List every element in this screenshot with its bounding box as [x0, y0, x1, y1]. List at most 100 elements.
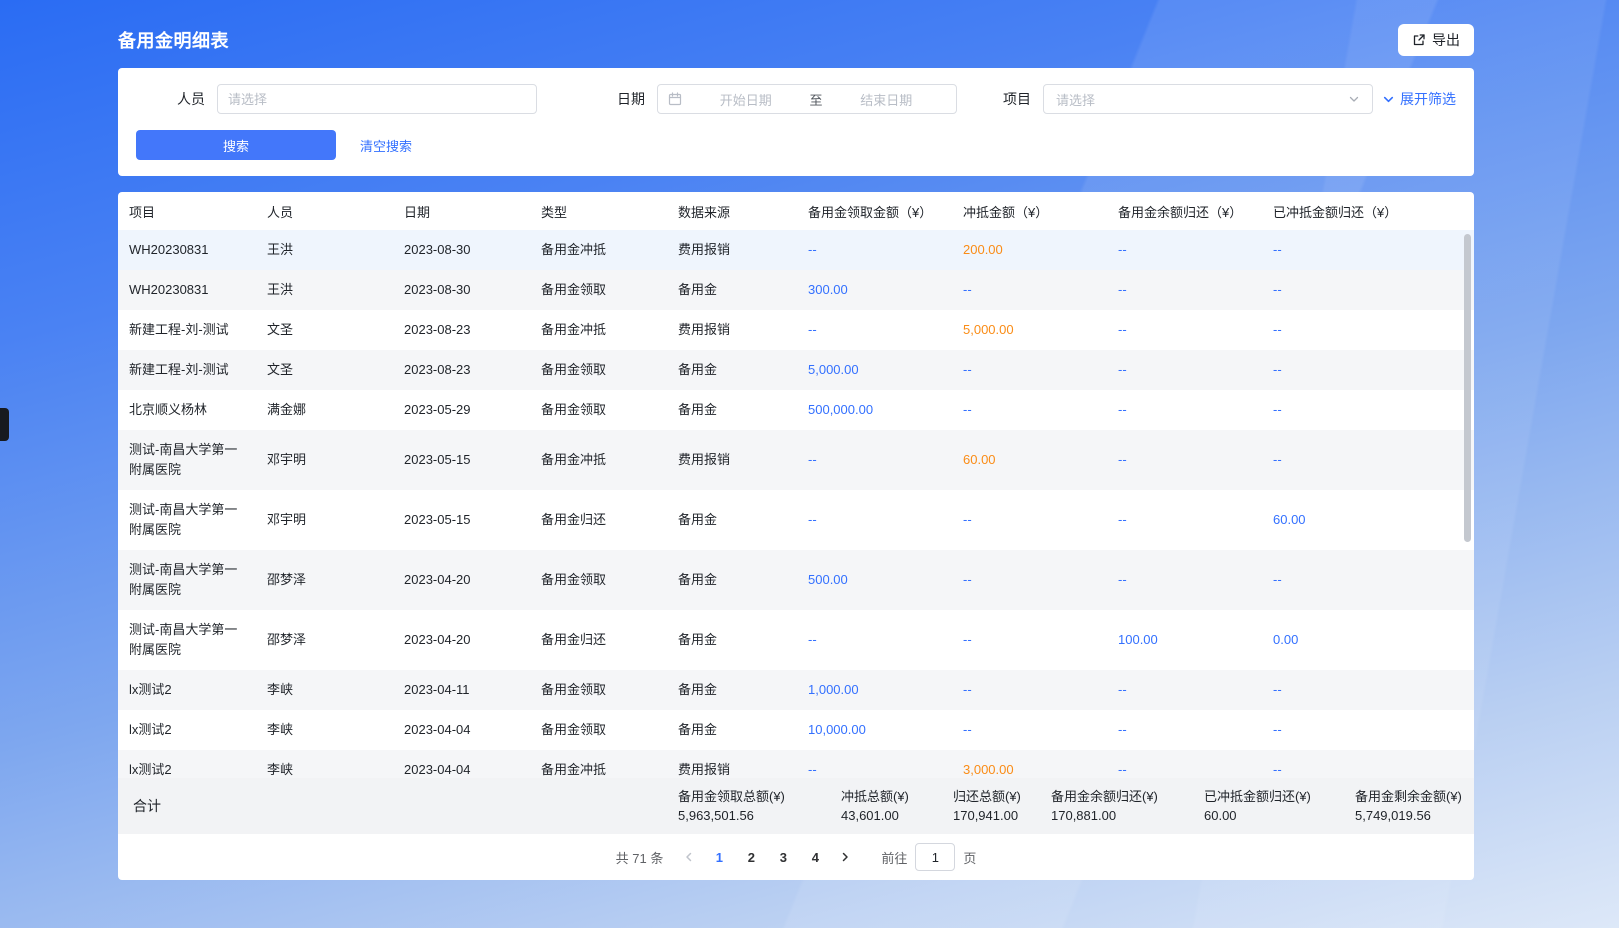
person-select-input[interactable]: [217, 84, 537, 114]
table-cell: --: [1107, 750, 1262, 778]
table-cell: 备用金领取: [530, 710, 667, 750]
table-cell: 备用金领取: [530, 390, 667, 430]
table-cell: --: [1262, 390, 1474, 430]
table-cell: --: [952, 350, 1107, 390]
table-cell: 邵梦泽: [256, 560, 393, 600]
column-header: 类型: [530, 202, 667, 221]
filter-card: 人员 日期 开始日期 至 结束日期 项目: [118, 68, 1474, 176]
table-cell: 备用金: [667, 710, 797, 750]
page-number-button[interactable]: 4: [801, 850, 829, 865]
table-row[interactable]: 北京顺义杨林满金娜2023-05-29备用金领取备用金500,000.00---…: [118, 390, 1474, 430]
table-cell: --: [1107, 390, 1262, 430]
table-row[interactable]: WH20230831王洪2023-08-30备用金冲抵费用报销--200.00-…: [118, 230, 1474, 270]
table-cell: 备用金: [667, 350, 797, 390]
table-body: WH20230831王洪2023-08-30备用金冲抵费用报销--200.00-…: [118, 230, 1474, 778]
table-cell: lx测试2: [118, 670, 256, 710]
table-cell: --: [952, 270, 1107, 310]
date-filter-label: 日期: [617, 89, 645, 109]
expand-filters-label: 展开筛选: [1400, 89, 1456, 109]
table-cell: 5,000.00: [952, 310, 1107, 350]
search-button[interactable]: 搜索: [136, 130, 336, 160]
table-cell: 测试-南昌大学第一附属医院: [118, 490, 256, 550]
table-row[interactable]: 测试-南昌大学第一附属医院邵梦泽2023-04-20备用金归还备用金----10…: [118, 610, 1474, 670]
page-number-button[interactable]: 2: [737, 850, 765, 865]
table-cell: 测试-南昌大学第一附属医院: [118, 430, 256, 490]
summary-item-value: 5,749,019.56: [1355, 806, 1462, 825]
table-cell: --: [1107, 670, 1262, 710]
table-cell: 10,000.00: [797, 710, 952, 750]
table-row[interactable]: 新建工程-刘-测试文圣2023-08-23备用金领取备用金5,000.00---…: [118, 350, 1474, 390]
table-cell: 2023-04-20: [393, 620, 530, 660]
table-cell: 李峡: [256, 750, 393, 778]
table-cell: lx测试2: [118, 750, 256, 778]
summary-item-value: 170,881.00: [1051, 806, 1204, 825]
summary-item-value: 60.00: [1204, 806, 1355, 825]
table-cell: --: [1107, 500, 1262, 540]
table-cell: 2023-08-30: [393, 230, 530, 270]
table-cell: 北京顺义杨林: [118, 390, 256, 430]
table-cell: --: [1262, 710, 1474, 750]
vertical-scrollbar[interactable]: [1464, 234, 1471, 542]
table-cell: --: [1107, 230, 1262, 270]
table-cell: 2023-05-15: [393, 500, 530, 540]
summary-item-value: 170,941.00: [953, 806, 1051, 825]
project-select[interactable]: 请选择: [1043, 84, 1373, 114]
table-cell: 王洪: [256, 230, 393, 270]
table-cell: 500.00: [797, 560, 952, 600]
table-cell: --: [1107, 350, 1262, 390]
summary-item-label: 归还总额(¥): [953, 787, 1051, 806]
column-header: 日期: [393, 202, 530, 221]
table-cell: 500,000.00: [797, 390, 952, 430]
table-cell: 备用金领取: [530, 350, 667, 390]
export-button[interactable]: 导出: [1398, 24, 1474, 56]
clear-search-link[interactable]: 清空搜索: [360, 136, 412, 155]
goto-page-input[interactable]: [915, 843, 955, 871]
column-header: 数据来源: [667, 202, 797, 221]
table-cell: --: [1262, 440, 1474, 480]
table-cell: --: [797, 230, 952, 270]
page-number-button[interactable]: 1: [705, 850, 733, 865]
export-icon: [1412, 33, 1426, 47]
table-row[interactable]: lx测试2李峡2023-04-04备用金领取备用金10,000.00------: [118, 710, 1474, 750]
table-cell: 文圣: [256, 350, 393, 390]
prev-page-button[interactable]: [675, 851, 703, 863]
table-row[interactable]: lx测试2李峡2023-04-11备用金领取备用金1,000.00------: [118, 670, 1474, 710]
summary-item-label: 备用金领取总额(¥): [678, 787, 841, 806]
summary-item-label: 冲抵总额(¥): [841, 787, 953, 806]
summary-item-value: 43,601.00: [841, 806, 953, 825]
table-cell: 2023-04-04: [393, 710, 530, 750]
table-cell: 备用金: [667, 670, 797, 710]
end-date-placeholder: 结束日期: [827, 90, 947, 109]
expand-filters-link[interactable]: 展开筛选: [1382, 89, 1456, 109]
next-page-button[interactable]: [831, 851, 859, 863]
table-cell: 备用金归还: [530, 620, 667, 660]
table-cell: --: [797, 500, 952, 540]
date-range-picker[interactable]: 开始日期 至 结束日期: [657, 84, 957, 114]
table-row[interactable]: lx测试2李峡2023-04-04备用金冲抵费用报销--3,000.00----: [118, 750, 1474, 778]
summary-item-label: 备用金余额归还(¥): [1051, 787, 1204, 806]
drawer-handle[interactable]: [0, 408, 9, 441]
page-header: 备用金明细表 导出: [118, 22, 1474, 58]
table-cell: 2023-05-29: [393, 390, 530, 430]
table-row[interactable]: 测试-南昌大学第一附属医院邓宇明2023-05-15备用金冲抵费用报销--60.…: [118, 430, 1474, 490]
table-row[interactable]: WH20230831王洪2023-08-30备用金领取备用金300.00----…: [118, 270, 1474, 310]
table-row[interactable]: 新建工程-刘-测试文圣2023-08-23备用金冲抵费用报销--5,000.00…: [118, 310, 1474, 350]
table-cell: --: [797, 620, 952, 660]
page-number-button[interactable]: 3: [769, 850, 797, 865]
table-cell: --: [952, 620, 1107, 660]
table-cell: 60.00: [1262, 500, 1474, 540]
table-cell: 测试-南昌大学第一附属医院: [118, 610, 256, 670]
start-date-placeholder: 开始日期: [686, 90, 806, 109]
table-cell: 5,000.00: [797, 350, 952, 390]
table-cell: 文圣: [256, 310, 393, 350]
table-cell: --: [952, 390, 1107, 430]
table-cell: 邓宇明: [256, 440, 393, 480]
table-cell: --: [1262, 230, 1474, 270]
summary-item-value: 5,963,501.56: [678, 806, 841, 825]
table-cell: --: [1262, 670, 1474, 710]
total-count-text: 共 71 条: [616, 848, 664, 867]
summary-item: 冲抵总额(¥)43,601.00: [841, 787, 953, 825]
table-cell: 2023-04-11: [393, 670, 530, 710]
table-row[interactable]: 测试-南昌大学第一附属医院邵梦泽2023-04-20备用金领取备用金500.00…: [118, 550, 1474, 610]
table-row[interactable]: 测试-南昌大学第一附属医院邓宇明2023-05-15备用金归还备用金------…: [118, 490, 1474, 550]
